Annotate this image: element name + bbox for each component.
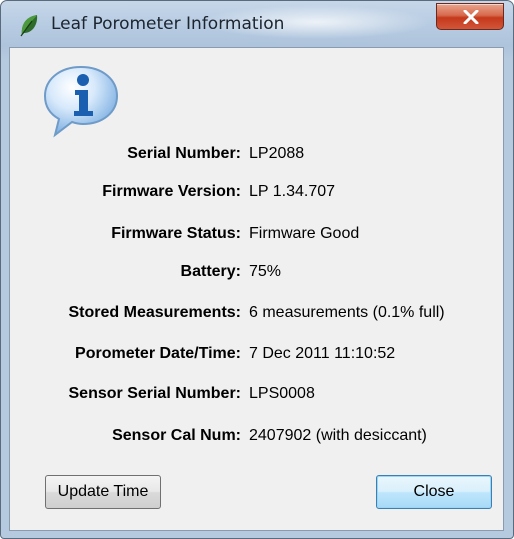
serial-number-label: Serial Number: (127, 145, 241, 162)
close-icon (463, 10, 479, 24)
serial-number-value: LP2088 (249, 145, 305, 162)
close-button[interactable]: Close (376, 475, 492, 509)
sensor-cal-num-label: Sensor Cal Num: (112, 427, 241, 444)
sensor-cal-num-row: Sensor Cal Num: 2407902 (with desiccant) (1, 427, 513, 449)
firmware-status-label: Firmware Status: (111, 225, 241, 242)
battery-label: Battery: (180, 263, 241, 280)
dialog-window: Leaf Porometer Information Serial Number… (0, 0, 514, 539)
battery-row: Battery: 75% (1, 263, 513, 285)
information-icon (41, 63, 121, 139)
window-close-button[interactable] (436, 3, 504, 30)
firmware-status-row: Firmware Status: Firmware Good (1, 225, 513, 247)
sensor-serial-number-row: Sensor Serial Number: LPS0008 (1, 385, 513, 407)
sensor-serial-number-value: LPS0008 (249, 385, 315, 402)
serial-number-row: Serial Number: LP2088 (1, 145, 513, 167)
update-time-button[interactable]: Update Time (45, 475, 161, 509)
stored-measurements-value: 6 measurements (0.1% full) (249, 304, 445, 321)
firmware-status-value: Firmware Good (249, 225, 360, 242)
leaf-icon (18, 13, 40, 37)
porometer-datetime-row: Porometer Date/Time: 7 Dec 2011 11:10:52 (1, 345, 513, 367)
porometer-datetime-label: Porometer Date/Time: (75, 345, 241, 362)
porometer-datetime-value: 7 Dec 2011 11:10:52 (249, 345, 396, 362)
title-bar[interactable]: Leaf Porometer Information (1, 1, 513, 47)
window-title: Leaf Porometer Information (51, 14, 285, 34)
stored-measurements-row: Stored Measurements: 6 measurements (0.1… (1, 304, 513, 326)
firmware-version-row: Firmware Version: LP 1.34.707 (1, 183, 513, 205)
sensor-cal-num-value: 2407902 (with desiccant) (249, 427, 427, 444)
battery-value: 75% (249, 263, 282, 280)
sensor-serial-number-label: Sensor Serial Number: (68, 385, 242, 402)
firmware-version-label: Firmware Version: (102, 183, 241, 200)
stored-measurements-label: Stored Measurements: (68, 304, 242, 321)
firmware-version-value: LP 1.34.707 (249, 183, 336, 200)
